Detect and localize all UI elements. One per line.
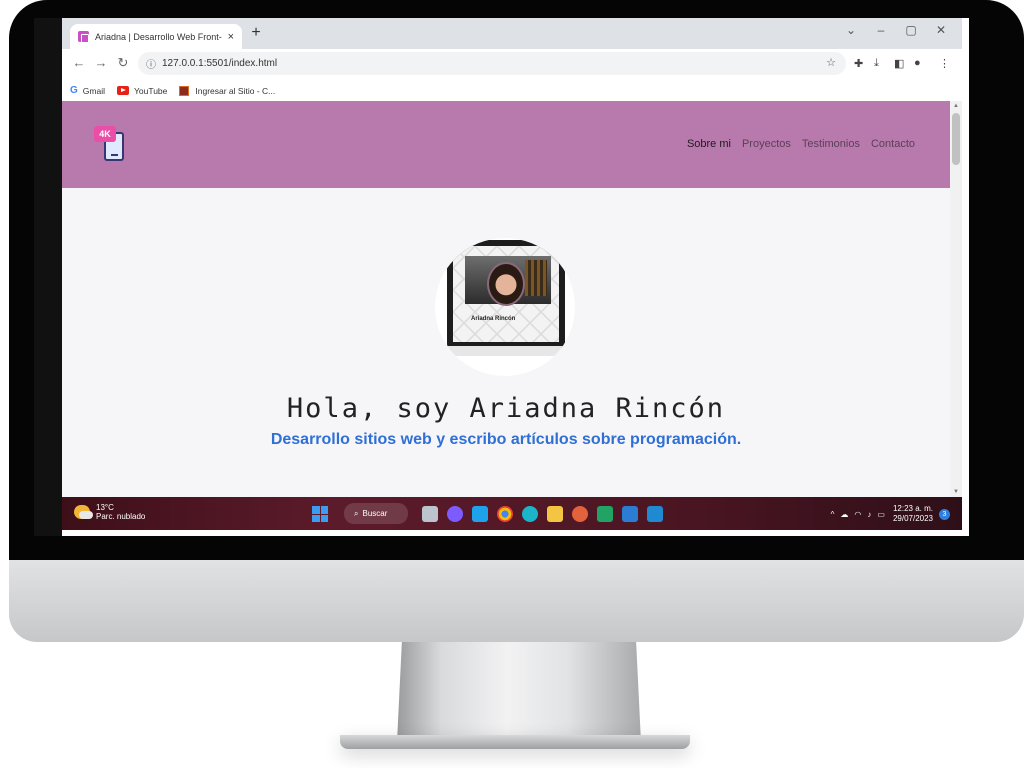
search-icon: ⌕ <box>354 508 359 518</box>
clock-date: 29/07/2023 <box>892 514 933 523</box>
windows-start-icon[interactable] <box>312 506 328 522</box>
profile-photo <box>487 262 525 306</box>
weather-status: Parc. nublado <box>96 512 146 521</box>
profile-icon[interactable]: ● <box>914 57 921 69</box>
laptop-screen: Ariadna Rincón <box>453 246 559 342</box>
monitor-stand <box>397 642 641 742</box>
tray-overflow-icon[interactable]: ^ <box>831 510 835 519</box>
tab-active[interactable]: Ariadna | Desarrollo Web Front-E × <box>70 24 242 49</box>
address-bar[interactable]: ⓘ 127.0.0.1:5501/index.html ☆ <box>138 52 846 75</box>
screen-edge <box>34 18 62 536</box>
page-scrollbar[interactable]: ▲ ▼ <box>950 101 962 497</box>
volume-icon[interactable]: ♪ <box>867 510 871 519</box>
nav-proyectos[interactable]: Proyectos <box>742 138 791 150</box>
menu-icon[interactable]: ⋮ <box>939 57 950 70</box>
tab-search-icon[interactable]: ⌄ <box>836 23 866 37</box>
hero-subtitle: Desarrollo sitios web y escribo artículo… <box>270 431 742 448</box>
edge-icon[interactable] <box>522 506 538 522</box>
tab-title: Ariadna | Desarrollo Web Front-E <box>95 31 222 42</box>
search-label: Buscar <box>362 509 388 518</box>
close-window-icon[interactable]: ✕ <box>926 23 956 37</box>
clock[interactable]: 12:23 a. m. 29/07/2023 <box>893 504 933 524</box>
laptop-base <box>441 346 571 356</box>
mail-icon[interactable] <box>472 506 488 522</box>
side-panel-icon[interactable]: ◧ <box>894 57 904 70</box>
page-viewport: 4K Sobre mi Proyectos Testimonios Contac… <box>62 101 962 497</box>
monitor-screen: Ariadna | Desarrollo Web Front-E × + ⌄ –… <box>34 18 969 536</box>
excel-icon[interactable] <box>597 506 613 522</box>
bookmarks-bar: G Gmail YouTube Ingresar al Sitio - C... <box>62 80 962 101</box>
bookmark-youtube[interactable]: YouTube <box>116 85 168 96</box>
word-icon[interactable] <box>622 506 638 522</box>
nav-contacto[interactable]: Contacto <box>871 138 915 150</box>
bookmark-label: YouTube <box>133 85 168 96</box>
monitor-chin <box>9 560 1024 642</box>
system-tray: ^ ☁ ◠ ♪ ▭ 12:23 a. m. 29/07/2023 3 <box>825 504 950 524</box>
forward-icon[interactable]: → <box>92 55 110 70</box>
onedrive-icon[interactable]: ☁ <box>840 510 848 519</box>
restore-icon[interactable]: ▢ <box>896 23 926 37</box>
scroll-down-icon[interactable]: ▼ <box>950 489 962 495</box>
site-favicon-icon <box>78 31 89 43</box>
chrome-icon[interactable] <box>497 506 513 522</box>
hero-section: Ariadna Rincón Hola, soy Ariadna Rincón … <box>62 188 950 497</box>
bookmark-label: Ingresar al Sitio - C... <box>195 85 276 96</box>
tab-strip: Ariadna | Desarrollo Web Front-E × + ⌄ –… <box>62 18 962 49</box>
avatar: Ariadna Rincón <box>435 238 575 376</box>
google-icon: G <box>70 85 78 96</box>
file-explorer-icon[interactable] <box>547 506 563 522</box>
bookmark-gmail[interactable]: G Gmail <box>70 85 105 96</box>
youtube-icon <box>116 86 129 95</box>
weather-widget[interactable]: 13°C Parc. nublado <box>74 503 145 521</box>
bookmark-sitio[interactable]: Ingresar al Sitio - C... <box>179 85 276 96</box>
task-view-icon[interactable] <box>422 506 438 522</box>
scrollbar-thumb[interactable] <box>952 113 960 165</box>
nav-links: Sobre mi Proyectos Testimonios Contacto <box>676 138 915 150</box>
browser-toolbar: ← → ↻ ⓘ 127.0.0.1:5501/index.html ☆ ✚ ⤓ … <box>62 49 962 80</box>
scroll-up-icon[interactable]: ▲ <box>950 103 962 109</box>
battery-icon[interactable]: ▭ <box>877 510 885 519</box>
laptop-profile-name: Ariadna Rincón <box>471 316 516 322</box>
browser-window: Ariadna | Desarrollo Web Front-E × + ⌄ –… <box>62 18 962 530</box>
new-tab-button[interactable]: + <box>246 24 266 44</box>
chat-icon[interactable] <box>447 506 463 522</box>
logo-badge: 4K <box>94 126 116 142</box>
site-info-icon[interactable]: ⓘ <box>146 56 156 71</box>
windows-taskbar: 13°C Parc. nublado ⌕ Buscar ^ ☁ ◠ ♪ ▭ 12… <box>62 497 962 530</box>
address-url: 127.0.0.1:5501/index.html <box>162 58 278 69</box>
powerpoint-icon[interactable] <box>572 506 588 522</box>
site-logo[interactable]: 4K <box>94 126 130 164</box>
laptop-image: Ariadna Rincón <box>447 240 565 348</box>
back-icon[interactable]: ← <box>70 55 88 70</box>
weather-icon <box>74 505 93 519</box>
temperature: 13°C <box>96 503 114 512</box>
extensions-icon[interactable]: ✚ <box>854 57 863 70</box>
minimize-icon[interactable]: – <box>866 23 896 37</box>
site-navbar: 4K Sobre mi Proyectos Testimonios Contac… <box>62 101 950 188</box>
wifi-icon[interactable]: ◠ <box>854 510 861 519</box>
notification-badge[interactable]: 3 <box>939 508 950 520</box>
download-icon[interactable]: ⤓ <box>874 57 879 70</box>
tab-close-icon[interactable]: × <box>228 31 234 43</box>
site-bookmark-icon <box>179 85 190 96</box>
reload-icon[interactable]: ↻ <box>114 55 132 71</box>
nav-sobre-mi[interactable]: Sobre mi <box>687 138 731 150</box>
taskbar-search[interactable]: ⌕ Buscar <box>344 503 408 524</box>
clock-time: 12:23 a. m. <box>892 504 933 513</box>
nav-testimonios[interactable]: Testimonios <box>802 138 860 150</box>
vscode-icon[interactable] <box>647 506 663 522</box>
bookmark-star-icon[interactable]: ☆ <box>826 56 836 69</box>
monitor-stand-base <box>340 735 690 749</box>
bookmark-label: Gmail <box>82 85 105 96</box>
stage: Ariadna | Desarrollo Web Front-E × + ⌄ –… <box>0 0 1024 768</box>
hero-title: Hola, soy Ariadna Rincón <box>286 393 726 424</box>
